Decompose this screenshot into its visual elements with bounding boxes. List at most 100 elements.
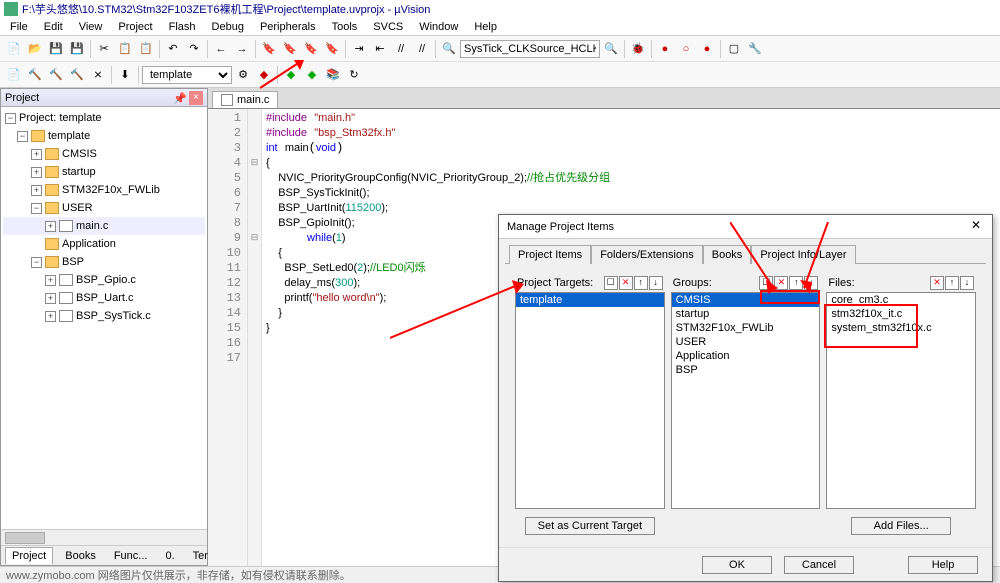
tree-group-cmsis[interactable]: +CMSIS [3, 145, 205, 163]
open-icon[interactable]: 📂 [25, 39, 45, 59]
menu-debug[interactable]: Debug [204, 19, 252, 35]
tree-file-main[interactable]: +main.c [3, 217, 205, 235]
pin-icon[interactable]: 📌 [173, 92, 185, 104]
tree-target[interactable]: − template [3, 127, 205, 145]
rebuild-icon[interactable]: 🔨 [46, 65, 66, 85]
tab-functions[interactable]: Func... [108, 548, 154, 564]
up-icon[interactable]: ↑ [945, 276, 959, 290]
collapse-icon[interactable]: − [5, 113, 16, 124]
menu-svcs[interactable]: SVCS [365, 19, 411, 35]
save-icon[interactable]: 💾 [46, 39, 66, 59]
collapse-icon[interactable]: − [31, 257, 42, 268]
tree-group-startup[interactable]: +startup [3, 163, 205, 181]
tab-books[interactable]: Books [59, 548, 102, 564]
close-icon[interactable]: × [189, 91, 203, 105]
targets-list[interactable]: template [515, 292, 665, 509]
comment-icon[interactable]: // [391, 39, 411, 59]
expand-icon[interactable]: + [45, 275, 56, 286]
stop-icon[interactable]: ⨯ [88, 65, 108, 85]
tree-root[interactable]: − Project: template [3, 109, 205, 127]
new-icon[interactable]: 📄 [4, 39, 24, 59]
cut-icon[interactable]: ✂ [94, 39, 114, 59]
tab-project-info[interactable]: Project Info/Layer [751, 245, 855, 264]
list-item[interactable]: CMSIS [672, 293, 820, 307]
bookmark-next-icon[interactable]: 🔖 [301, 39, 321, 59]
breakpoint-kill-icon[interactable]: ● [697, 39, 717, 59]
list-item[interactable]: stm32f10x_it.c [827, 307, 975, 321]
expand-icon[interactable]: + [45, 293, 56, 304]
groups-list[interactable]: CMSIS startup STM32F10x_FWLib USER Appli… [671, 292, 821, 509]
pack-icon[interactable]: ◆ [302, 65, 322, 85]
menu-help[interactable]: Help [466, 19, 505, 35]
menu-view[interactable]: View [71, 19, 111, 35]
outdent-icon[interactable]: ⇤ [370, 39, 390, 59]
debug-icon[interactable]: 🐞 [628, 39, 648, 59]
close-icon[interactable]: ✕ [964, 218, 988, 236]
tree-group-bsp[interactable]: −BSP [3, 253, 205, 271]
tree-file-gpio[interactable]: +BSP_Gpio.c [3, 271, 205, 289]
delete-icon[interactable]: ✕ [930, 276, 944, 290]
find-next-icon[interactable]: 🔍 [601, 39, 621, 59]
tab-books[interactable]: Books [703, 245, 752, 264]
bookmark-icon[interactable]: 🔖 [259, 39, 279, 59]
add-files-button[interactable]: Add Files... [851, 517, 951, 535]
redo-icon[interactable]: ↷ [184, 39, 204, 59]
copy-icon[interactable]: 📋 [115, 39, 135, 59]
menu-project[interactable]: Project [110, 19, 160, 35]
translate-icon[interactable]: 📄 [4, 65, 24, 85]
breakpoint-disable-icon[interactable]: ○ [676, 39, 696, 59]
books-icon[interactable]: 📚 [323, 65, 343, 85]
find-input[interactable] [460, 40, 600, 58]
new-icon[interactable]: ☐ [759, 276, 773, 290]
tab-folders-ext[interactable]: Folders/Extensions [591, 245, 703, 264]
uncomment-icon[interactable]: // [412, 39, 432, 59]
nav-fwd-icon[interactable]: → [232, 39, 252, 59]
list-item[interactable]: Application [672, 349, 820, 363]
files-list[interactable]: core_cm3.c stm32f10x_it.c system_stm32f1… [826, 292, 976, 509]
down-icon[interactable]: ↓ [960, 276, 974, 290]
bookmark-prev-icon[interactable]: 🔖 [280, 39, 300, 59]
menu-file[interactable]: File [2, 19, 36, 35]
menu-flash[interactable]: Flash [161, 19, 204, 35]
cancel-button[interactable]: Cancel [784, 556, 854, 574]
tab-project-items[interactable]: Project Items [509, 245, 591, 264]
ok-button[interactable]: OK [702, 556, 772, 574]
menu-peripherals[interactable]: Peripherals [252, 19, 324, 35]
tree-file-systick[interactable]: +BSP_SysTick.c [3, 307, 205, 325]
list-item[interactable]: USER [672, 335, 820, 349]
new-icon[interactable]: ☐ [604, 276, 618, 290]
breakpoint-icon[interactable]: ● [655, 39, 675, 59]
tree-group-app[interactable]: Application [3, 235, 205, 253]
editor-tab-main[interactable]: main.c [212, 91, 278, 108]
window-icon[interactable]: ▢ [724, 39, 744, 59]
tree-file-uart[interactable]: +BSP_Uart.c [3, 289, 205, 307]
menu-edit[interactable]: Edit [36, 19, 71, 35]
target-select[interactable]: template [142, 66, 232, 84]
up-icon[interactable]: ↑ [789, 276, 803, 290]
delete-icon[interactable]: ✕ [774, 276, 788, 290]
saveall-icon[interactable]: 💾 [67, 39, 87, 59]
menu-window[interactable]: Window [411, 19, 466, 35]
expand-icon[interactable]: + [45, 221, 56, 232]
help-button[interactable]: Help [908, 556, 978, 574]
list-item[interactable]: system_stm32f10x.c [827, 321, 975, 335]
set-current-target-button[interactable]: Set as Current Target [525, 517, 655, 535]
manage-rte-icon[interactable]: ◆ [281, 65, 301, 85]
dialog-titlebar[interactable]: Manage Project Items ✕ [499, 215, 992, 239]
project-hscroll[interactable] [1, 529, 207, 545]
fold-gutter[interactable]: ⊟⊟ [248, 109, 262, 566]
find-icon[interactable]: 🔍 [439, 39, 459, 59]
list-item[interactable]: startup [672, 307, 820, 321]
nav-back-icon[interactable]: ← [211, 39, 231, 59]
collapse-icon[interactable]: − [31, 203, 42, 214]
expand-icon[interactable]: + [31, 185, 42, 196]
scroll-thumb[interactable] [5, 532, 45, 544]
tree-group-fwlib[interactable]: +STM32F10x_FWLib [3, 181, 205, 199]
refresh-icon[interactable]: ↻ [344, 65, 364, 85]
indent-icon[interactable]: ⇥ [349, 39, 369, 59]
collapse-icon[interactable]: − [17, 131, 28, 142]
target-options-icon[interactable]: ⚙ [233, 65, 253, 85]
menu-tools[interactable]: Tools [324, 19, 366, 35]
bookmark-clear-icon[interactable]: 🔖 [322, 39, 342, 59]
expand-icon[interactable]: + [31, 167, 42, 178]
